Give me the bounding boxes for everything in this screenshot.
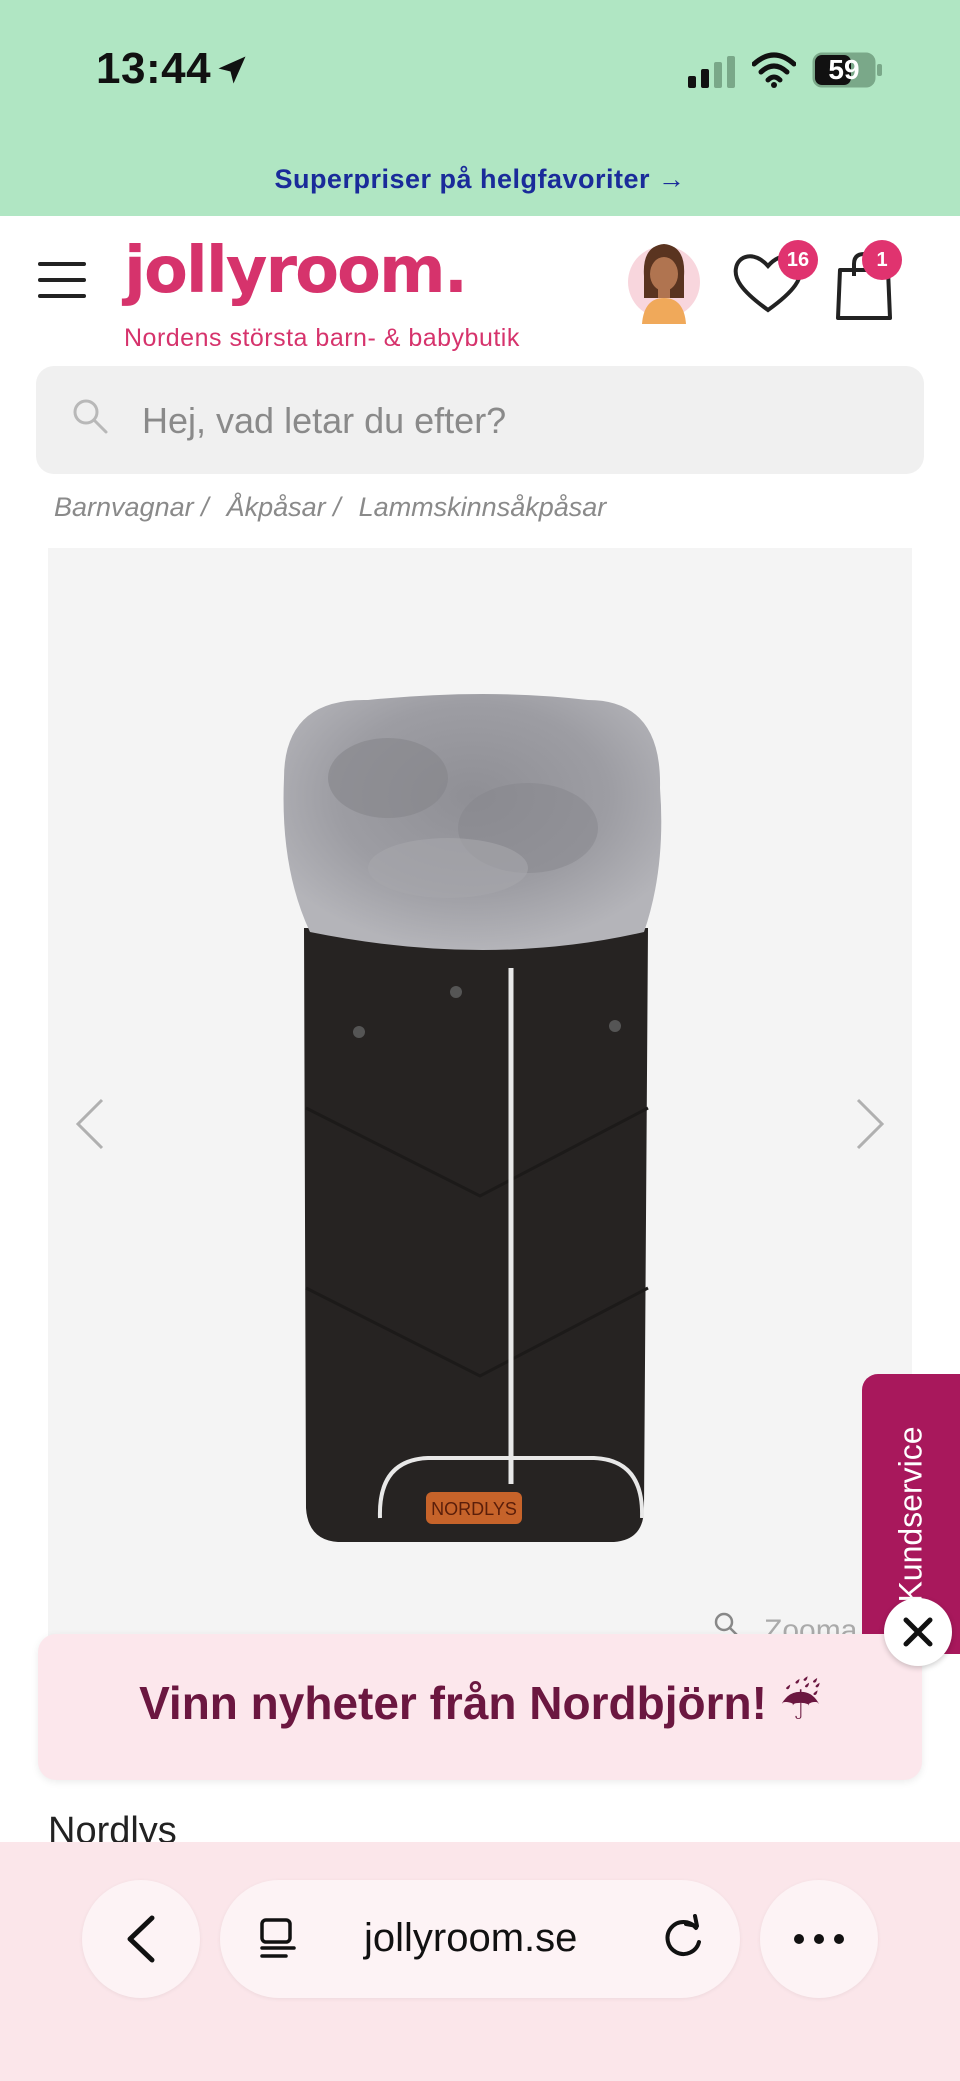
browser-back-button[interactable] xyxy=(82,1880,200,1998)
chevron-left-icon xyxy=(127,1915,155,1963)
breadcrumb-item-barnvagnar[interactable]: Barnvagnar / xyxy=(54,492,209,523)
page: 13:44 59 Superpriser på helgfavoriter → … xyxy=(0,0,960,2081)
more-dots-icon xyxy=(794,1934,844,1944)
gallery-prev-arrow-icon[interactable] xyxy=(70,1094,110,1154)
close-popup-button[interactable] xyxy=(884,1598,952,1666)
site-logo[interactable]: jollyroom. xyxy=(124,234,468,308)
breadcrumb-item-lammskinnsakpasar[interactable]: Lammskinnsåkpåsar xyxy=(359,492,607,523)
browser-url-text: jollyroom.se xyxy=(364,1916,578,1960)
search-icon xyxy=(73,399,108,434)
menu-line xyxy=(38,294,86,298)
promo-banner-link[interactable]: Superpriser på helgfavoriter → xyxy=(0,164,960,195)
browser-more-button[interactable] xyxy=(760,1880,878,1998)
wifi-icon xyxy=(752,52,796,88)
breadcrumb-item-akpasar[interactable]: Åkpåsar / xyxy=(227,492,341,523)
site-tagline: Nordens största barn- & babybutik xyxy=(124,324,520,352)
menu-line xyxy=(38,278,86,282)
location-arrow-icon xyxy=(218,56,246,84)
breadcrumb: Barnvagnar / Åkpåsar / Lammskinnsåkpåsar xyxy=(54,492,606,523)
product-badge-label: NORDLYS xyxy=(431,1499,517,1519)
reload-icon[interactable] xyxy=(660,1914,706,1962)
product-image-gallery[interactable]: NORDLYS xyxy=(48,548,912,1648)
wishlist-count-badge: 16 xyxy=(778,240,818,280)
battery-level: 59 xyxy=(828,54,860,85)
promo-popup-text: Vinn nyheter från Nordbjörn! ☔ xyxy=(139,1677,821,1729)
cart-count-badge: 1 xyxy=(862,240,902,280)
reader-mode-icon[interactable] xyxy=(256,1916,300,1960)
menu-button[interactable] xyxy=(38,262,86,298)
search-placeholder: Hej, vad letar du efter? xyxy=(142,400,507,441)
customer-service-label: Kundservice xyxy=(892,1425,929,1603)
cellular-signal-icon xyxy=(688,56,735,88)
gallery-next-arrow-icon[interactable] xyxy=(850,1094,890,1154)
avatar-icon[interactable] xyxy=(626,236,702,324)
product-image: NORDLYS xyxy=(283,694,662,1542)
menu-line xyxy=(38,262,86,266)
status-time: 13:44 xyxy=(96,44,212,93)
close-icon xyxy=(903,1617,933,1647)
